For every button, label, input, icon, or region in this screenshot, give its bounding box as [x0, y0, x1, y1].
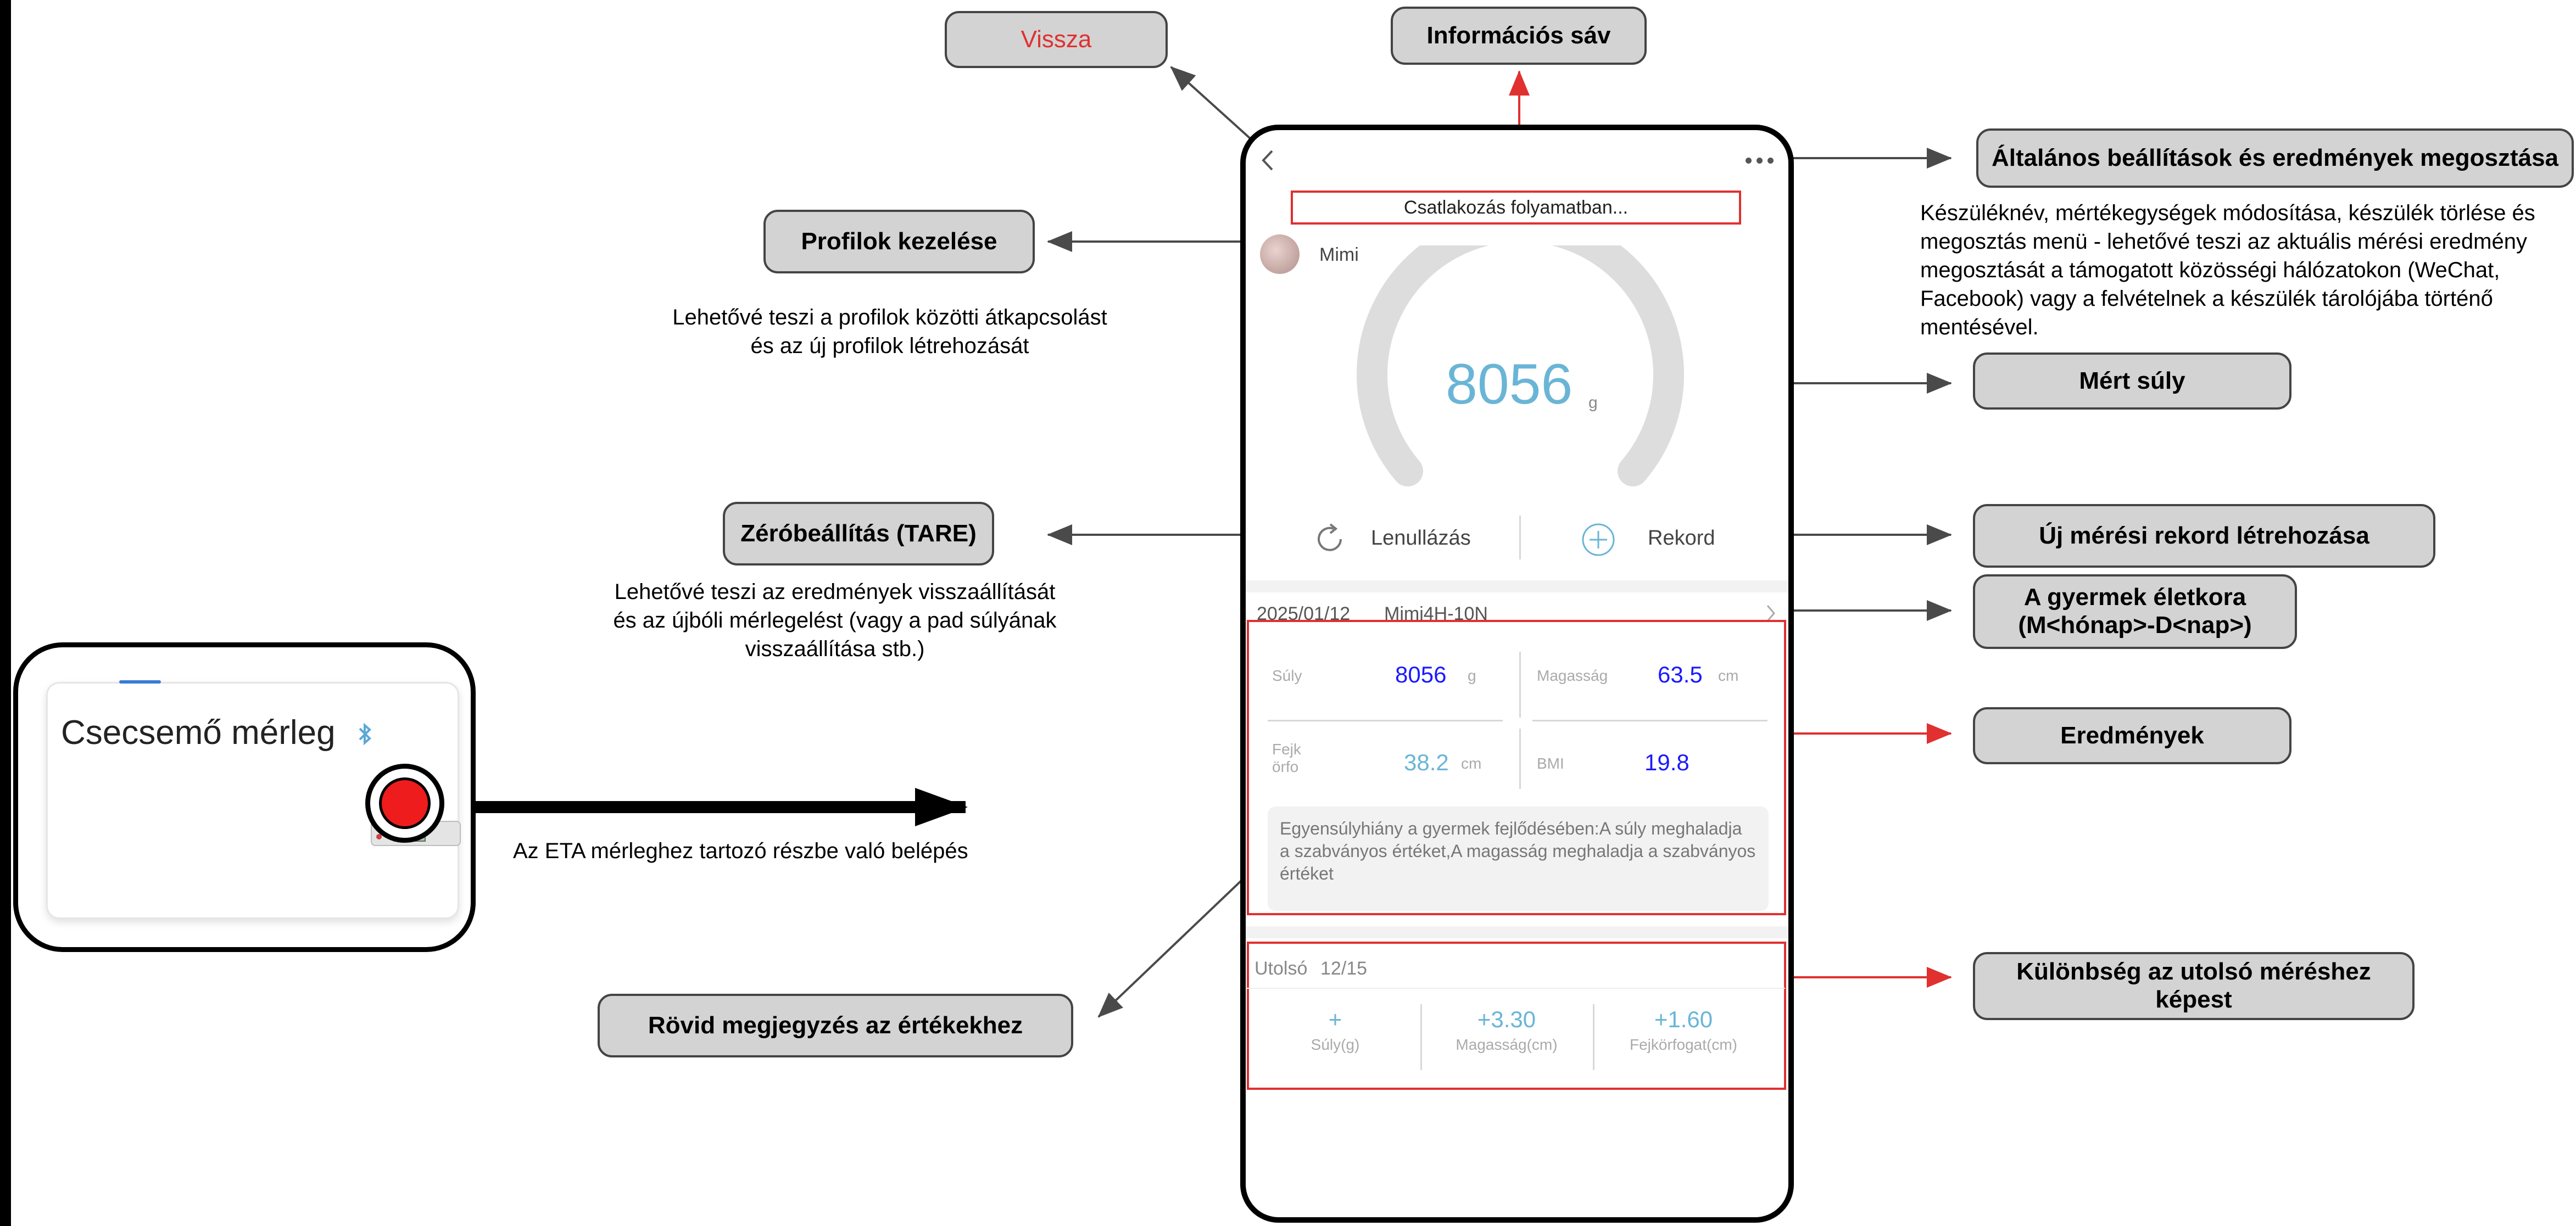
- section-divider: [1246, 580, 1788, 592]
- diff-height: +3.30 Magasság(cm): [1427, 1006, 1586, 1054]
- weight-label: Súly: [1272, 667, 1302, 684]
- result-bmi-value: 19.8: [1644, 749, 1690, 775]
- diff-height-value: +3.30: [1477, 1006, 1536, 1032]
- weight-unit: g: [1588, 394, 1598, 412]
- col-divider: [1519, 729, 1521, 789]
- desc-line: Lehetővé teszi a profilok közötti átkapc…: [672, 305, 1107, 329]
- result-head-unit: cm: [1461, 755, 1482, 772]
- desc-line: Készüléknév, mértékegységek módosítása, …: [1920, 201, 2535, 225]
- avatar[interactable]: [1260, 234, 1300, 274]
- diff-head-label: Fejkörfogat(cm): [1629, 1036, 1738, 1053]
- diff-head: +1.60 Fejkörfogat(cm): [1598, 1006, 1769, 1054]
- measured-weight-callout: Mért súly: [1973, 352, 2291, 410]
- difference-callout: Különbség az utolsó méréshez képest: [1973, 952, 2415, 1020]
- record-button[interactable]: Rekord: [1648, 527, 1715, 550]
- phone-frame: Csatlakozás folyamatban... Mimi 8056 g L…: [1240, 125, 1794, 1223]
- col-divider: [1519, 652, 1521, 718]
- row-divider: [1247, 988, 1785, 989]
- bluetooth-icon: [359, 723, 371, 746]
- tare-description: Lehetővé teszi az eredmények visszaállít…: [588, 578, 1082, 663]
- desc-line: és az új profilok létrehozását: [750, 334, 1029, 358]
- general-settings-description: Készüléknév, mértékegységek módosítása, …: [1920, 199, 2574, 342]
- scale-card[interactable]: Csecsemő mérleg: [46, 680, 461, 919]
- child-age-callout: A gyermek életkora (M<hónap>-D<nap>): [1973, 574, 2297, 649]
- general-settings-callout: Általános beállítások és eredmények mego…: [1976, 128, 2574, 188]
- tap-target-dot: [379, 777, 431, 829]
- row-divider: [1532, 720, 1767, 721]
- refresh-icon[interactable]: [1311, 520, 1349, 558]
- col-divider: [1593, 1004, 1594, 1070]
- desc-line: megosztás menü - lehetővé teszi az aktuá…: [1920, 229, 2527, 254]
- action-divider: [1519, 516, 1521, 559]
- card-indicator: [119, 680, 161, 684]
- height-label: Magasság: [1537, 667, 1608, 684]
- head-label: Fejk örfo: [1272, 741, 1301, 776]
- note-box: Egyensúlyhiány a gyermek fejlődésében:A …: [1268, 807, 1769, 911]
- desc-line: megosztását a támogatott közösségi hálóz…: [1920, 258, 2500, 282]
- scale-card-title: Csecsemő mérleg: [61, 714, 336, 752]
- difference-line2: képest: [2155, 986, 2232, 1013]
- diff-head-value: +1.60: [1654, 1006, 1713, 1032]
- section-divider: [1246, 926, 1788, 938]
- child-age-line2: (M<hónap>-D<nap>): [2018, 612, 2252, 639]
- child-age-line1: A gyermek életkora: [2023, 584, 2246, 611]
- desc-line: Lehetővé teszi az eredmények visszaállít…: [614, 580, 1056, 604]
- more-options-icon[interactable]: [1746, 156, 1778, 165]
- desc-line: visszaállítása stb.): [745, 637, 925, 661]
- short-note-callout: Rövid megjegyzés az értékekhez: [598, 994, 1073, 1057]
- result-height-value: 63.5: [1658, 662, 1703, 687]
- diff-height-label: Magasság(cm): [1456, 1036, 1558, 1053]
- diff-weight-value: +: [1328, 1006, 1342, 1032]
- back-arrow-icon[interactable]: [1257, 147, 1279, 174]
- back-callout: Vissza: [945, 11, 1168, 68]
- result-weight-unit: g: [1468, 667, 1476, 684]
- tap-target-ring[interactable]: [365, 764, 444, 843]
- diff-weight-label: Súly(g): [1311, 1036, 1360, 1053]
- desc-line: mentésével.: [1920, 315, 2039, 339]
- new-record-callout: Új mérési rekord létrehozása: [1973, 504, 2435, 568]
- result-height-unit: cm: [1718, 667, 1739, 684]
- result-head-value: 38.2: [1404, 749, 1449, 775]
- row-divider: [1268, 720, 1503, 721]
- difference-line1: Különbség az utolsó méréshez: [2016, 958, 2371, 986]
- diff-weight: + Súly(g): [1256, 1006, 1415, 1054]
- desc-line: és az újbóli mérlegelést (vagy a pad súl…: [613, 608, 1057, 632]
- status-text: Csatlakozás folyamatban...: [1403, 197, 1629, 218]
- profiles-callout: Profilok kezelése: [763, 210, 1035, 273]
- weight-value: 8056: [1446, 352, 1573, 416]
- eta-entry-description: Az ETA mérleghez tartozó részbe való bel…: [513, 839, 968, 863]
- bmi-label: BMI: [1537, 755, 1564, 772]
- profile-name[interactable]: Mimi: [1319, 244, 1359, 266]
- info-bar-callout: Információs sáv: [1391, 7, 1647, 65]
- profiles-description: Lehetővé teszi a profilok közötti átkapc…: [643, 303, 1137, 360]
- note-text: Egyensúlyhiány a gyermek fejlődésében:A …: [1280, 819, 1756, 883]
- desc-line: Facebook) vagy a felvételnek a készülék …: [1920, 287, 2493, 311]
- add-circle-icon[interactable]: [1581, 522, 1616, 557]
- status-bar: Csatlakozás folyamatban...: [1291, 191, 1741, 225]
- results-callout: Eredmények: [1973, 707, 2291, 764]
- last-date: 12/15: [1320, 958, 1368, 979]
- tare-callout: Zéróbeállítás (TARE): [723, 502, 994, 566]
- tare-button[interactable]: Lenullázás: [1371, 527, 1471, 550]
- result-weight-value: 8056: [1395, 662, 1447, 687]
- last-label: Utolsó: [1254, 958, 1308, 979]
- col-divider: [1420, 1004, 1422, 1070]
